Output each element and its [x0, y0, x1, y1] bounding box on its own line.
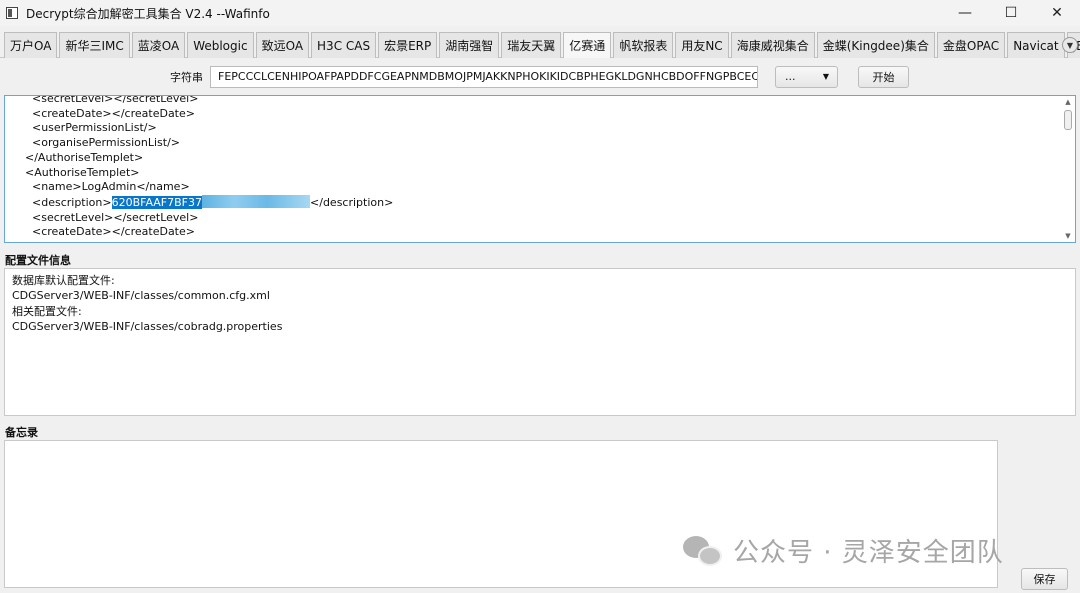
- scroll-up-icon[interactable]: ▲: [1063, 98, 1073, 106]
- redacted-value: [202, 194, 311, 208]
- xml-content: <secretLevel></secretLevel> <createDate>…: [25, 95, 394, 242]
- tab-item[interactable]: 金蝶(Kingdee)集合: [816, 32, 935, 58]
- xml-line: <secretLevel></secretLevel>: [25, 95, 199, 105]
- watermark-text: 公众号 · 灵泽安全团队: [733, 538, 1004, 568]
- selected-description-value: 620BFAAF7BF37: [111, 195, 203, 209]
- start-button[interactable]: 开始: [858, 66, 909, 88]
- tab-bar: 万户OA 新华三IMC 蓝凌OA Weblogic 致远OA H3C CAS 宏景ERP 湖南…: [0, 32, 1080, 58]
- scroll-thumb[interactable]: [1064, 110, 1072, 130]
- save-button[interactable]: 保存: [1021, 568, 1068, 590]
- xml-line: <name>LogAdmin</name>: [25, 180, 190, 194]
- tab-item[interactable]: H3C CAS: [311, 32, 377, 58]
- tab-item[interactable]: 蓝凌OA: [131, 32, 186, 58]
- chevron-down-icon: ▼: [822, 72, 829, 81]
- mode-select-value: ...: [785, 70, 796, 83]
- memo-section-label: 备忘录: [5, 426, 38, 439]
- tab-item[interactable]: 湖南强智: [439, 32, 500, 58]
- maximize-button[interactable]: ☐: [988, 0, 1034, 26]
- tab-item[interactable]: Weblogic: [187, 32, 254, 58]
- tab-item[interactable]: 致远OA: [255, 32, 310, 58]
- tab-item[interactable]: 海康威视集合: [730, 32, 815, 58]
- config-line: CDGServer3/WEB-INF/classes/cobradg.prope…: [12, 319, 283, 333]
- xml-desc-open-tag: <description>: [25, 195, 112, 209]
- tab-item[interactable]: Navicat: [1007, 32, 1065, 58]
- tab-item[interactable]: 亿赛通: [563, 32, 612, 58]
- xml-line: <AuthoriseTemplet>: [25, 165, 140, 179]
- xml-line: </AuthoriseTemplet>: [25, 150, 144, 164]
- ciphertext-input[interactable]: FEPCCCLCENHIPOAFPAPDDFCGEAPNMDBMOJPMJAKK…: [210, 66, 758, 88]
- tab-item[interactable]: 帆软报表: [613, 32, 674, 58]
- tab-item[interactable]: 万户OA: [4, 32, 58, 58]
- xml-output-textarea[interactable]: <secretLevel></secretLevel> <createDate>…: [4, 95, 1076, 243]
- tab-list: 万户OA 新华三IMC 蓝凌OA Weblogic 致远OA H3C CAS 宏景ERP 湖南…: [4, 32, 1080, 58]
- watermark: 公众号 · 灵泽安全团队: [683, 532, 1004, 569]
- config-line: 相关配置文件:: [12, 304, 82, 318]
- tab-item[interactable]: 用友NC: [675, 32, 729, 58]
- tab-overflow-dropdown-icon[interactable]: ▼: [1062, 37, 1078, 53]
- xml-line: <createDate></createDate>: [25, 106, 195, 120]
- close-button[interactable]: ✕: [1034, 0, 1080, 26]
- tab-item[interactable]: 金盘OPAC: [936, 32, 1006, 58]
- xml-line: <userPermissionList/>: [25, 121, 157, 135]
- mode-select[interactable]: ... ▼: [775, 66, 838, 88]
- xml-line: <createDate></createDate>: [25, 225, 195, 239]
- window-controls: — ☐ ✕: [942, 0, 1080, 26]
- config-section-label: 配置文件信息: [5, 254, 71, 267]
- scroll-down-icon[interactable]: ▼: [1063, 232, 1073, 240]
- window-title: Decrypt综合加解密工具集合 V2.4 --Wafinfo: [26, 6, 270, 21]
- tab-item[interactable]: 宏景ERP: [378, 32, 438, 58]
- xml-line: <userPermissionList/>: [25, 240, 393, 242]
- xml-line: <secretLevel></secretLevel>: [25, 210, 199, 224]
- tab-item[interactable]: 新华三IMC: [59, 32, 130, 58]
- tab-item[interactable]: 瑞友天翼: [501, 32, 562, 58]
- xml-line: <organisePermissionList/>: [25, 136, 180, 150]
- input-label: 字符串: [170, 71, 203, 84]
- title-bar: Decrypt综合加解密工具集合 V2.4 --Wafinfo — ☐ ✕: [0, 0, 1080, 26]
- vertical-scrollbar[interactable]: ▲ ▼: [1063, 98, 1073, 240]
- minimize-button[interactable]: —: [942, 0, 988, 26]
- xml-desc-close-tag: </description>: [310, 195, 394, 209]
- wechat-icon: [683, 534, 725, 568]
- config-line: CDGServer3/WEB-INF/classes/common.cfg.xm…: [12, 289, 270, 303]
- xml-line-description: <description>620BFAAF7BF37 </description>: [25, 194, 394, 211]
- config-line: 数据库默认配置文件:: [12, 274, 115, 287]
- config-content: 数据库默认配置文件: CDGServer3/WEB-INF/classes/com…: [12, 273, 282, 334]
- app-icon: [6, 7, 18, 19]
- config-info-textarea[interactable]: 数据库默认配置文件: CDGServer3/WEB-INF/classes/com…: [4, 268, 1076, 416]
